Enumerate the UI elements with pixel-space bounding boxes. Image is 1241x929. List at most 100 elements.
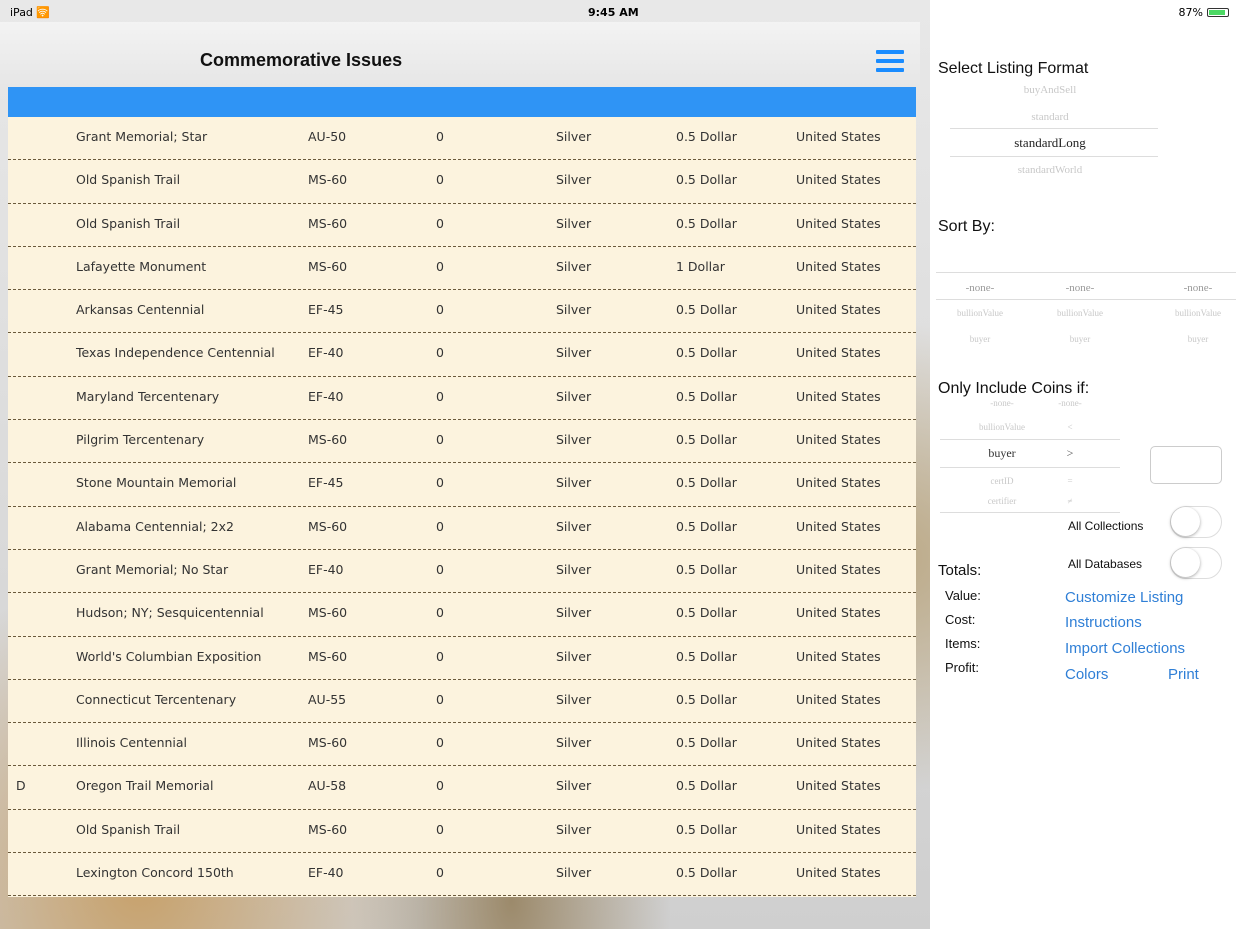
table-row[interactable]: Illinois Centennial MS-60 0 Silver 0.5 Dolla… [8, 723, 916, 767]
cell-grade: EF-40 [308, 345, 344, 361]
listing-option[interactable]: standardWorld [950, 164, 1150, 176]
cell-country: United States [796, 388, 881, 404]
cell-name: Lexington Concord 150th [76, 865, 234, 881]
cell-grade: MS-60 [308, 258, 348, 274]
navigation-bar: Commemorative Issues [0, 22, 920, 87]
sort-option[interactable]: buyer [1158, 334, 1238, 344]
table-row[interactable]: Grant Memorial; No Star EF-40 0 Silver 0.5 D… [8, 550, 916, 594]
cell-name: Connecticut Tercentenary [76, 691, 237, 707]
all-collections-label: All Collections [1068, 519, 1144, 533]
filter-field-option[interactable]: certID [962, 476, 1042, 486]
table-row[interactable]: Old Spanish Trail MS-60 0 Silver 0.5 Dollar U… [8, 204, 916, 247]
cell-metal: Silver [556, 172, 592, 188]
sort-picker-3[interactable]: -none- [1158, 282, 1238, 294]
wifi-icon: 🛜 [36, 6, 51, 19]
sort-option[interactable]: bullionValue [940, 308, 1020, 318]
table-row[interactable]: Arkansas Centennial EF-45 0 Silver 0.5 Dolla… [8, 290, 916, 334]
cell-metal: Silver [556, 648, 592, 664]
cell-country: United States [796, 129, 881, 144]
filter-op-selected[interactable]: > [1050, 446, 1090, 461]
cell-name: Illinois Centennial [76, 735, 188, 751]
table-row[interactable]: Old Spanish Trail MS-60 0 Silver 0.5 Dollar U… [8, 810, 916, 854]
listing-option-selected[interactable]: standardLong [950, 135, 1150, 151]
cell-denom: 0.5 Dollar [676, 215, 737, 231]
sort-option[interactable]: buyer [1040, 334, 1120, 344]
filter-op-option[interactable]: < [1050, 422, 1090, 432]
cell-country: United States [796, 735, 881, 751]
customize-listing-link[interactable]: Customize Listing [1065, 589, 1183, 606]
cell-name: Oregon Trail Memorial [76, 778, 214, 794]
cell-country: United States [796, 778, 881, 794]
table-row[interactable]: Connecticut Tercentenary AU-55 0 Silver 0.5 … [8, 680, 916, 724]
listing-format-heading: Select Listing Format [938, 60, 1089, 77]
colors-link[interactable]: Colors [1065, 666, 1108, 683]
table-row[interactable]: Pilgrim Tercentenary MS-60 0 Silver 0.5 Doll… [8, 420, 916, 464]
cell-denom: 0.5 Dollar [676, 302, 737, 318]
cell-grade: EF-40 [308, 388, 344, 404]
filter-op-option[interactable]: -none- [1050, 398, 1090, 408]
all-collections-toggle[interactable] [1170, 506, 1222, 538]
sort-option[interactable]: buyer [940, 334, 1020, 344]
battery-status: 87% [1179, 6, 1229, 19]
cell-denom: 0.5 Dollar [676, 518, 737, 534]
sort-picker-2[interactable]: -none- [1040, 282, 1120, 294]
cell-denom: 0.5 Dollar [676, 821, 737, 837]
sort-option[interactable]: bullionValue [1158, 308, 1238, 318]
sort-picker-1[interactable]: -none- [940, 282, 1020, 294]
cell-grade: AU-55 [308, 691, 347, 707]
table-row[interactable]: Lexington Concord 150th EF-40 0 Silver 0.5 D… [8, 853, 916, 897]
cell-name: Old Spanish Trail [76, 821, 181, 837]
filter-op-option[interactable]: ≠ [1050, 496, 1090, 506]
table-row[interactable]: Lafayette Monument MS-60 0 Silver 1 Dollar Un… [8, 247, 916, 291]
table-row[interactable]: Hudson; NY; Sesquicentennial MS-60 0 Silver… [8, 593, 916, 637]
listing-option[interactable]: standard [950, 111, 1150, 123]
import-collections-link[interactable]: Import Collections [1065, 640, 1185, 657]
cell-metal: Silver [556, 735, 592, 751]
filter-field-selected[interactable]: buyer [962, 446, 1042, 461]
selection-bar [8, 87, 916, 117]
filter-op-option[interactable]: = [1050, 476, 1090, 486]
totals-heading: Totals: [938, 562, 982, 579]
table-row[interactable]: Old Spanish Trail MS-60 0 Silver 0.5 Dollar U… [8, 160, 916, 204]
table-row[interactable]: World's Columbian Exposition MS-60 0 Silver… [8, 637, 916, 680]
filter-field-option[interactable]: certifier [962, 496, 1042, 506]
cell-qty: 0 [436, 691, 444, 707]
cell-metal: Silver [556, 561, 592, 577]
cell-name: Stone Mountain Memorial [76, 475, 237, 491]
table-row[interactable]: Stone Mountain Memorial EF-45 0 Silver 0.5 D… [8, 463, 916, 507]
table-row[interactable]: Texas Independence Centennial EF-40 0 Silve… [8, 333, 916, 377]
table-row[interactable]: Maryland Tercentenary EF-40 0 Silver 0.5 Dol… [8, 377, 916, 421]
cell-denom: 0.5 Dollar [676, 172, 737, 188]
filter-field-option[interactable]: bullionValue [962, 422, 1042, 432]
table-row[interactable]: Grant Memorial; Star AU-50 0 Silver 0.5 Doll… [8, 117, 916, 161]
cell-metal: Silver [556, 432, 592, 448]
cell-country: United States [796, 258, 881, 274]
cell-name: Lafayette Monument [76, 258, 207, 274]
print-link[interactable]: Print [1168, 666, 1199, 683]
page-title: Commemorative Issues [200, 50, 403, 70]
cell-qty: 0 [436, 518, 444, 534]
filter-value-input[interactable] [1150, 446, 1222, 484]
filter-field-option[interactable]: -none- [962, 398, 1042, 408]
cell-metal: Silver [556, 691, 592, 707]
instructions-link[interactable]: Instructions [1065, 614, 1142, 631]
table-row[interactable]: D Oregon Trail Memorial AU-58 0 Silver 0.5 Do… [8, 766, 916, 810]
cell-denom: 0.5 Dollar [676, 778, 737, 794]
cell-grade: MS-60 [308, 432, 348, 448]
cell-name: Alabama Centennial; 2x2 [76, 518, 234, 534]
table-row[interactable]: Alabama Centennial; 2x2 MS-60 0 Silver 0.5 D… [8, 507, 916, 550]
cell-denom: 0.5 Dollar [676, 648, 737, 664]
cell-qty: 0 [436, 865, 444, 881]
cell-flag: D [16, 778, 26, 794]
cell-metal: Silver [556, 605, 592, 621]
cell-qty: 0 [436, 778, 444, 794]
cell-qty: 0 [436, 345, 444, 361]
sort-option[interactable]: bullionValue [1040, 308, 1120, 318]
listing-option[interactable]: buyAndSell [950, 84, 1150, 96]
cell-name: Grant Memorial; Star [76, 129, 208, 144]
cell-country: United States [796, 561, 881, 577]
hamburger-menu-icon[interactable] [876, 50, 904, 72]
cell-qty: 0 [436, 735, 444, 751]
cell-qty: 0 [436, 605, 444, 621]
all-databases-toggle[interactable] [1170, 547, 1222, 579]
